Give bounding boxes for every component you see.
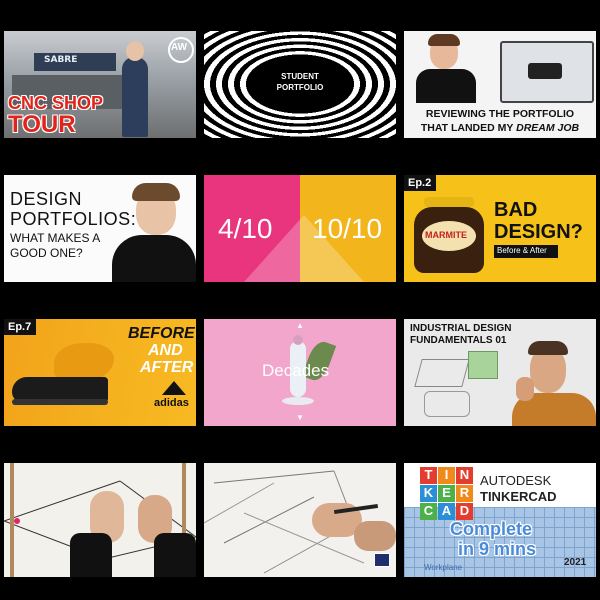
letter: A	[441, 503, 452, 518]
tinkercad-letter-grid: T I N K E R C A D	[420, 467, 474, 521]
letter: E	[442, 485, 451, 500]
letter-tile: I	[438, 467, 455, 484]
thumbnail-title-line2: PORTFOLIOS:	[10, 209, 137, 229]
letter: T	[424, 467, 433, 482]
thumbnail-title-line2: PORTFOLIO	[276, 83, 324, 92]
letter-tile: E	[438, 485, 455, 502]
thumbnail-sketching-demo[interactable]	[204, 463, 396, 577]
machine-brand: SABRE	[44, 55, 78, 65]
arm	[354, 521, 396, 551]
letter-tile: K	[420, 485, 437, 502]
thumbnail-cnc-shop-tour[interactable]: SABRE AW CNC SHOP TOUR	[4, 31, 196, 138]
thumbnail-reviewing-portfolio[interactable]: REVIEWING THE PORTFOLIO THAT LANDED MY D…	[404, 31, 596, 138]
sneaker-sole	[12, 399, 108, 405]
person-head	[126, 41, 144, 61]
thumbnail-title-line2: THAT LANDED MY DREAM JOB	[404, 122, 596, 134]
sketch-2	[424, 391, 470, 417]
logo-text: AW	[171, 42, 188, 53]
thumbnail-title-line2: FUNDAMENTALS 01	[410, 335, 507, 346]
presenter-hair	[428, 34, 460, 46]
arrow-down-icon: ▼	[296, 413, 304, 422]
thumbnail-rating-comparison[interactable]: 4/10 10/10	[204, 175, 396, 282]
thumbnail-title-line1: DESIGN	[10, 189, 83, 209]
jar-lid	[424, 197, 474, 207]
thumbnail-title-line1: INDUSTRIAL DESIGN	[410, 323, 512, 334]
subtitle: Before & After	[497, 246, 547, 255]
thumbnail-drawing-perspective-string[interactable]	[4, 463, 196, 577]
episode-label: Ep.7	[8, 321, 32, 333]
presenter-body	[416, 69, 476, 103]
sleeve-right	[154, 533, 196, 577]
letter-tile: C	[420, 503, 437, 520]
letter: R	[459, 485, 470, 500]
thumbnail-title-line2: AND	[148, 342, 183, 359]
adidas-logo-icon	[162, 381, 186, 395]
thumbnail-title-line3: WHAT MAKES A	[10, 231, 101, 245]
brand-line1: AUTODESK	[480, 473, 552, 488]
letter-tile: D	[456, 503, 473, 520]
year-label: 2021	[564, 557, 587, 568]
letter: D	[459, 503, 470, 518]
person	[122, 57, 148, 137]
rating-right: 10/10	[312, 213, 383, 244]
thumbnail-before-after-adidas[interactable]: Ep.7 BEFORE AND AFTER adidas	[4, 319, 196, 426]
letter: C	[423, 503, 434, 518]
thumbnail-industrial-design-fundamentals[interactable]: INDUSTRIAL DESIGN FUNDAMENTALS 01	[404, 319, 596, 426]
thumbnail-decades[interactable]: Decades ▲ ▼	[204, 319, 396, 426]
sketch-green-box	[468, 351, 498, 379]
sculpture-base	[282, 397, 314, 405]
letter-tile: N	[456, 467, 473, 484]
thumbnail-student-portfolio[interactable]: STUDENT PORTFOLIO	[204, 31, 396, 138]
letter: I	[444, 467, 449, 482]
jar-label: MARMITE	[425, 230, 467, 240]
letter-tile: R	[456, 485, 473, 502]
person-body	[112, 235, 196, 282]
letter: N	[459, 467, 470, 482]
watermark-logo	[374, 553, 390, 567]
thumbnail-title-line1: STUDENT	[281, 72, 319, 81]
thumbnail-title-line1: BAD	[494, 199, 538, 221]
title-emphasis: DREAM JOB	[516, 122, 580, 134]
letter-tile: A	[438, 503, 455, 520]
camera-product	[528, 63, 562, 79]
thumbnail-title-line1: Complete	[450, 519, 533, 539]
letter-tile: T	[420, 467, 437, 484]
episode-label: Ep.2	[408, 177, 432, 189]
arrow-up-icon: ▲	[296, 321, 304, 330]
thumbnail-title-line1: REVIEWING THE PORTFOLIO	[425, 108, 575, 120]
thumbnail-title-line3: AFTER	[140, 359, 194, 376]
title-text: THAT LANDED MY	[420, 122, 517, 134]
thumbnail-tinkercad[interactable]: T I N K E R C A D AUTODESK TINKERCAD Com…	[404, 463, 596, 577]
sketch-lines	[204, 470, 365, 574]
thumbnail-title-line2: TOUR	[8, 111, 76, 138]
thumbnail-title-line4: GOOD ONE?	[10, 246, 83, 260]
person-hand	[516, 377, 534, 401]
sketch-1	[414, 359, 470, 387]
letter: K	[423, 485, 434, 500]
frame-left	[10, 463, 14, 577]
person-hair	[132, 183, 180, 201]
sculpture-ball	[293, 335, 303, 345]
thumbnail-title-line2: DESIGN?	[494, 221, 583, 243]
workplane-label: Workplane	[424, 563, 463, 572]
thumbnail-title-line1: BEFORE	[128, 325, 195, 342]
thumbnail-bad-design-marmite[interactable]: Ep.2 MARMITE BAD DESIGN? Before & After	[404, 175, 596, 282]
brand-line2: TINKERCAD	[480, 489, 557, 504]
sleeve-left	[70, 533, 112, 577]
rating-left: 4/10	[218, 213, 273, 244]
brand-name: adidas	[154, 397, 189, 409]
thumbnail-title-line2: in 9 mins	[458, 539, 537, 559]
thumbnail-title: Decades	[262, 361, 330, 380]
thumbnail-design-portfolios[interactable]: DESIGN PORTFOLIOS: WHAT MAKES A GOOD ONE…	[4, 175, 196, 282]
person-hair	[528, 341, 568, 355]
pin	[14, 518, 20, 524]
